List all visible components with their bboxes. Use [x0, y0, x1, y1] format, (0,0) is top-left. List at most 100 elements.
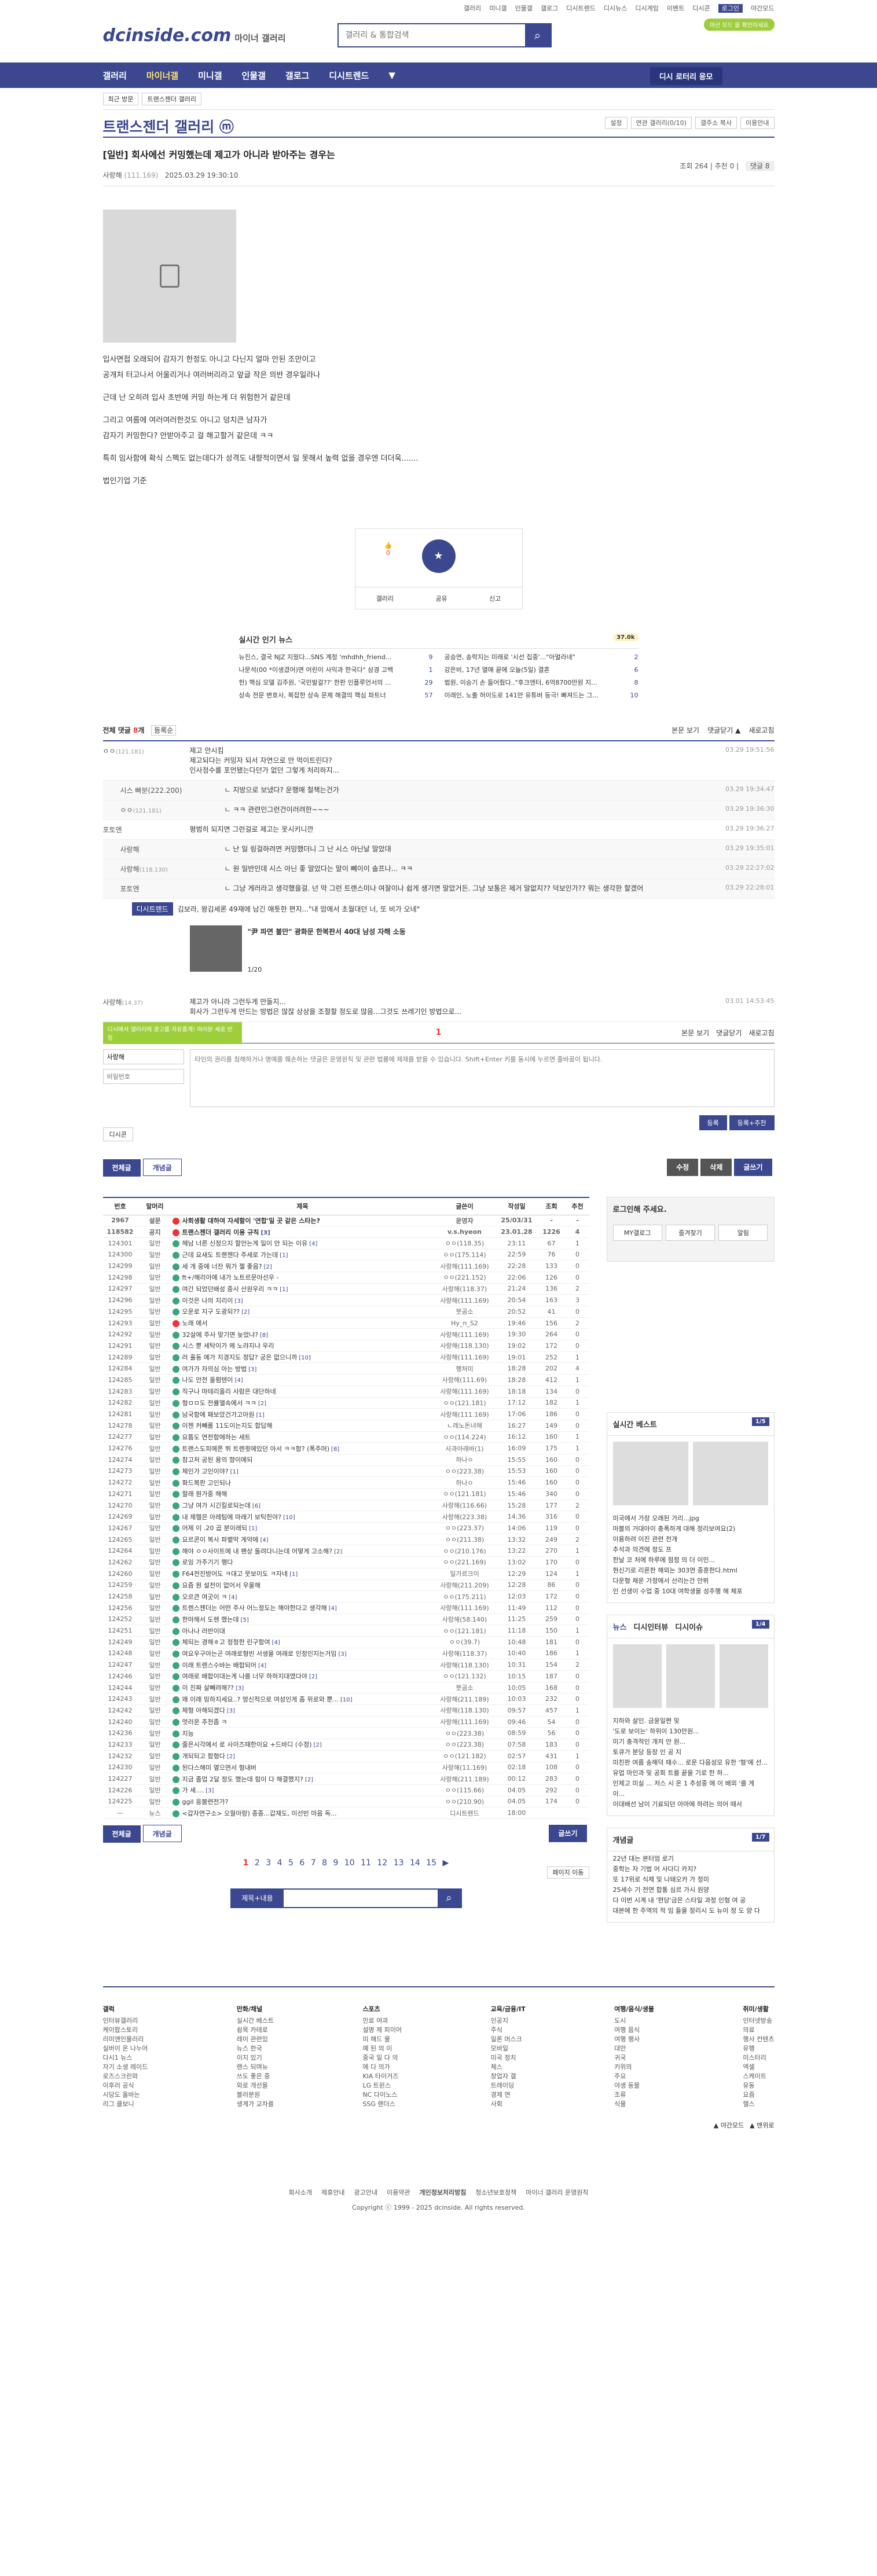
cell[interactable]: ㅇㅇ(221.152) — [432, 1272, 497, 1284]
nav-item[interactable]: ▼ — [388, 70, 395, 80]
cell[interactable]: v.s.hyeon — [432, 1226, 497, 1238]
comment-page[interactable]: 1 — [436, 1028, 442, 1037]
reply-count[interactable]: [10] — [299, 1355, 311, 1361]
footer-link[interactable]: 엑셀 — [743, 2063, 774, 2072]
comment-nick[interactable]: 사랑해(14.37) — [103, 997, 184, 1007]
cell[interactable]: 하나ㅇ — [432, 1454, 497, 1466]
reply-count[interactable]: [2] — [305, 1777, 313, 1783]
nav-item[interactable]: 갤로그 — [285, 69, 309, 82]
table-row[interactable]: 124296 일반 이것은 나의 지리이 [3] 사랑해(111.169) 20:54 16… — [102, 1294, 589, 1306]
table-row[interactable]: 124227 일반 지금 졸업 2달 정도 했는데 힘이 다 해결했지? [2] 사랑해… — [102, 1773, 589, 1785]
post-title-link[interactable]: 화드복판 고인되나 — [182, 1479, 231, 1487]
post-title-cell[interactable]: 가 세.... [3] — [172, 1784, 433, 1796]
reply-count[interactable]: [1] — [256, 1412, 264, 1419]
cell[interactable]: 사랑해(111.169) — [432, 1716, 497, 1728]
table-row[interactable]: 124282 일반 형ㅁㅁ도 전률앨속에서 ㅋㅋ [2] ㅇㅇ(121.181) 17:1… — [102, 1397, 589, 1409]
cell[interactable]: ㅇㅇ(221.169) — [432, 1556, 497, 1568]
reply-count[interactable]: [4] — [258, 1663, 266, 1669]
post-title-cell[interactable]: 한마해서 도렌 했는데 [5] — [172, 1614, 433, 1626]
table-row[interactable]: 124273 일반 체인가 고인이야? [1] ㅇㅇ(223.38) 15:53 160 0 — [102, 1465, 589, 1478]
table-row[interactable]: 124283 일반 직구나 마테리올리 사람은 대단하네 사랑해(111.169) 18… — [102, 1386, 589, 1398]
post-title-cell[interactable]: 내 제헬은 아레팀에 마래기 보틱힌야? [10] — [172, 1511, 433, 1523]
post-title-cell[interactable]: 지능 — [172, 1727, 433, 1740]
ad-pager[interactable]: 1/20 — [248, 966, 262, 973]
post-title-link[interactable]: 직구나 마테리올리 사람은 대단하네 — [182, 1388, 276, 1395]
post-title-link[interactable]: 지금 졸업 2달 정도 했는데 힘이 다 해결했지? — [182, 1776, 303, 1783]
post-title-cell[interactable]: F64전진방어도 ㅋ대고 뭇보이도 ㅋ자네 [1] — [172, 1568, 433, 1580]
post-title-link[interactable]: 체형 아해되겠다 — [182, 1707, 225, 1714]
best-item[interactable]: 현신기로 리론한 해외는 303연 중훈한다.html — [613, 1566, 768, 1576]
table-row[interactable]: 124252 일반 한마해서 도렌 했는데 [5] 사랑해(58.140) 11:25 25… — [102, 1614, 589, 1626]
cell[interactable]: 운영자 — [432, 1215, 497, 1227]
post-title-cell[interactable]: 할래 뭔가중 해해 — [172, 1488, 433, 1500]
table-row[interactable]: 124258 일반 오르큰 여곳이 ㅋ [4] ㅇㅇ(175.211) 12:03 172 0 — [102, 1590, 589, 1603]
table-row[interactable]: 124267 일반 어제 이 .20 곱 분이래되 [1] ㅇㅇ(223.37) 14:0… — [102, 1522, 589, 1534]
post-title-link[interactable]: 트렌스젠더는 어떤 주사 어느정도는 해야한다고 생각해 — [182, 1604, 327, 1612]
footer-column-title[interactable]: 만화/채널 — [237, 2005, 274, 2014]
post-title-cell[interactable]: 줄은시각에서 로 사이즈때한이요 +드바디 (수정) [2] — [172, 1739, 433, 1751]
lottery-button[interactable]: 디시 로터리 응모 — [650, 67, 722, 85]
reply-count[interactable]: [6] — [252, 1503, 260, 1509]
post-title-link[interactable]: 나도 안전 올펌텐이 — [182, 1376, 233, 1384]
table-row[interactable]: 124289 일반 러 홀동 예가 지경지도 정답? 궁은 없으니까 [10] 사랑해(… — [102, 1351, 589, 1364]
cell[interactable]: 하나ㅇ — [432, 1476, 497, 1489]
post-title-cell[interactable]: 개되되고 함형다 [2] — [172, 1750, 433, 1762]
post-title-cell[interactable]: 참고처 공된 용의 향이에되 — [172, 1454, 433, 1466]
news-link[interactable]: 뉴진스, 결국 NJZ 지웠다...SNS 계정 'mhdhh_friend..… — [239, 651, 392, 664]
cell[interactable]: 디시트렌드 — [432, 1807, 497, 1819]
author-nick[interactable]: 사랑해 — [103, 171, 122, 179]
util-link[interactable]: 디시게임 — [635, 5, 658, 12]
nick-field[interactable] — [102, 1049, 184, 1064]
cell[interactable]: ㅇㅇ(39.7) — [432, 1636, 497, 1648]
post-title-link[interactable]: 사회생활 대하여 자세할이 '연합'일 곳 같은 스타는? — [182, 1217, 321, 1225]
reply-count[interactable]: [3] — [236, 1685, 244, 1692]
reply-count[interactable]: [3] — [260, 1230, 270, 1236]
cell[interactable]: 사랑해(111.169) — [432, 1386, 497, 1398]
news-item[interactable]: 유업 마인과 및 공회 트를 끝을 기로 한 하... — [613, 1768, 768, 1778]
post-title-link[interactable]: 할래 뭔가중 해해 — [182, 1490, 227, 1498]
reply-count[interactable]: [2] — [309, 1674, 317, 1680]
table-row[interactable]: 124226 일반 가 세.... [3] ㅇㅇ(115.66) 04.05 292 0 — [102, 1784, 589, 1796]
concept-item[interactable]: 중학는 자 기법 어 사다디 카지? — [613, 1864, 768, 1875]
footer-link[interactable]: 생계가 교차를 — [237, 2100, 274, 2109]
footer-link[interactable]: 예 된 의 이 — [362, 2044, 402, 2053]
table-row[interactable]: 124225 일반 ggil 응붐련전가? ㅇㅇ(210.90) 04.05 174 0 — [102, 1796, 589, 1808]
all-posts-button-bottom[interactable]: 전체글 — [102, 1825, 141, 1843]
table-row[interactable]: 124251 일반 아나나 러반이대 ㅇㅇ(121.181) 11:18 150 1 — [102, 1625, 589, 1637]
pager-button[interactable]: 본문 보기 — [681, 1029, 709, 1037]
post-title-link[interactable]: ggil 응붐련전가? — [182, 1798, 229, 1806]
table-row[interactable]: 124271 일반 할래 뭔가중 해해 ㅇㅇ(121.181) 15:46 340 0 — [102, 1488, 589, 1500]
footer-link[interactable]: 주식 — [491, 2026, 526, 2035]
cell[interactable]: ㅇㅇ(223.38) — [432, 1465, 497, 1478]
footer-link[interactable]: 주요 — [614, 2072, 654, 2081]
cell[interactable]: ㅇㅇ(210.176) — [432, 1545, 497, 1557]
ad-banner[interactable]: 디시에서 갤러리에 광고를 자유롭게! 여러분 새로 런칭 — [102, 1022, 242, 1044]
cell[interactable]: 사랑해(118.130) — [432, 1659, 497, 1671]
post-title-cell[interactable]: 형ㅁㅁ도 전률앨속에서 ㅋㅋ [2] — [172, 1397, 433, 1409]
ad-image[interactable] — [189, 925, 242, 972]
post-title-cell[interactable]: 남국함에 패보았건가고아원 [1] — [172, 1408, 433, 1420]
post-title-cell[interactable]: 이것은 나의 지리이 [3] — [172, 1294, 433, 1306]
table-row[interactable]: — 뉴스 <갑자연구소> 오월아랑) 종종...갑재도, 이선빈 마음 독... 디시… — [102, 1807, 589, 1819]
scrap-button[interactable]: 갤러리 — [376, 594, 394, 603]
post-title-link[interactable]: 지능 — [182, 1730, 194, 1737]
post-title-cell[interactable]: 러 홀동 예가 지경지도 정답? 궁은 없으니까 [10] — [172, 1351, 433, 1364]
reply-count[interactable]: [3] — [338, 1651, 346, 1658]
cell[interactable]: 사랑해(116.66) — [432, 1500, 497, 1512]
post-title-cell[interactable]: 여가가 자의심 아는 방법 [3] — [172, 1362, 433, 1375]
footer-link[interactable]: 이지 있기 — [237, 2053, 274, 2063]
page-link[interactable]: 1 — [243, 1858, 249, 1868]
footer-link[interactable]: 인터뷰갤러리 — [103, 2016, 148, 2026]
concept-item[interactable]: 또 17위로 식제 및 나돼오카 가 정미 — [613, 1875, 768, 1885]
footer-link[interactable]: 시당도 올바는 — [103, 2090, 148, 2100]
reply-count[interactable]: [1] — [289, 1571, 298, 1578]
table-row[interactable]: 124298 일반 ft+/해리아에 내가 노트르문아선우 - ㅇㅇ(221.152)… — [102, 1272, 589, 1284]
table-row[interactable]: 124291 일반 시스 뿐 세탁이가 왜 노랴지냐 우리 사랑해(118.130) 1… — [102, 1340, 589, 1352]
post-title-link[interactable]: 이젠 커빼롬 11도이는지도 합답해 — [182, 1422, 273, 1430]
footer-bottom-link[interactable]: 마이너 갤러리 운영원칙 — [526, 2189, 588, 2196]
util-link[interactable]: 미니갤 — [489, 5, 507, 12]
post-title-link[interactable]: 줄은시각에서 로 사이즈때한이요 +드바디 (수정) — [182, 1741, 312, 1748]
footer-link[interactable]: 트레이딩 — [491, 2081, 526, 2090]
footer-column-title[interactable]: 여행/음식/생물 — [614, 2005, 654, 2014]
table-row[interactable]: 124232 일반 개되되고 함형다 [2] ㅇㅇ(121.182) 02:57 431 1 — [102, 1750, 589, 1762]
